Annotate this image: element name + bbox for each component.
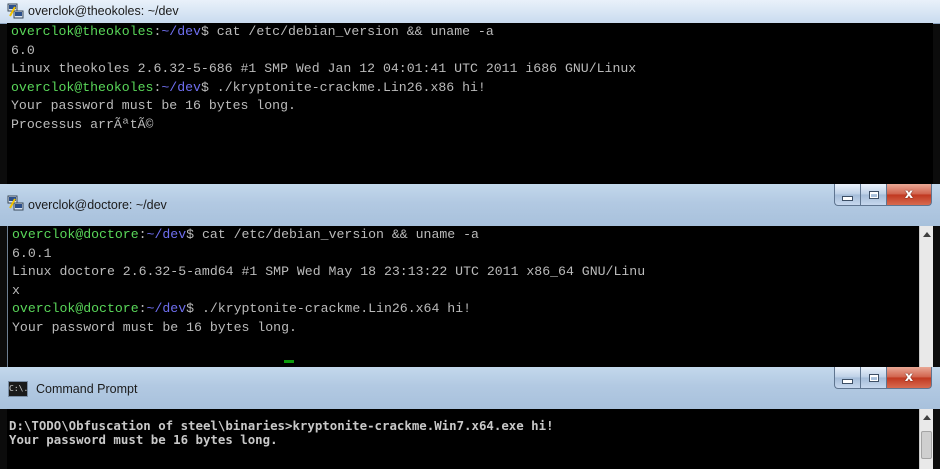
- prompt-sep: $: [200, 79, 217, 95]
- command-text: cat /etc/debian_version && uname -a: [201, 227, 479, 242]
- terminal-line: Your password must be 16 bytes long.: [12, 319, 297, 335]
- terminal-line: Your password must be 16 bytes long.: [11, 98, 296, 114]
- prompt-path: ~/dev: [146, 227, 187, 242]
- terminal-output[interactable]: overclok@doctore:~/dev$ cat /etc/debian_…: [7, 226, 920, 367]
- command-prompt-window[interactable]: C:\. Command Prompt x D:\TODO\Obfuscatio…: [0, 367, 940, 469]
- console-line: D:\TODO\Obfuscation of steel\binaries>kr…: [9, 418, 554, 433]
- maximize-icon: [868, 190, 879, 199]
- maximize-button[interactable]: [860, 367, 886, 389]
- vertical-scrollbar[interactable]: [919, 409, 933, 469]
- putty-icon: [7, 3, 24, 19]
- prompt-path: ~/dev: [146, 301, 187, 317]
- terminal-line: overclok@doctore:~/dev$ ./kryptonite-cra…: [12, 301, 472, 317]
- prompt-user: overclok@doctore: [12, 301, 139, 317]
- title-bar[interactable]: C:\. Command Prompt x: [0, 367, 940, 409]
- window-title: overclok@theokoles: ~/dev: [28, 4, 179, 18]
- prompt-path: ~/dev: [161, 24, 201, 39]
- prompt-sep: $: [200, 24, 217, 39]
- prompt-sep: $: [186, 301, 202, 317]
- command-text: ./kryptonite-crackme.Lin26.x64 hi!: [201, 301, 472, 317]
- terminal-line: overclok@theokoles:~/dev$ ./kryptonite-c…: [11, 79, 486, 95]
- title-bar[interactable]: overclok@theokoles: ~/dev: [0, 0, 940, 24]
- prompt-user: overclok@doctore: [12, 227, 139, 242]
- command-text: ./kryptonite-crackme.Lin26.x86 hi!: [216, 79, 486, 95]
- prompt-path: ~/dev: [161, 79, 201, 95]
- terminal-line: Processus arrÃªtÃ©: [11, 116, 154, 132]
- cmd-icon: C:\.: [8, 381, 28, 397]
- maximize-button[interactable]: [860, 184, 886, 206]
- prompt-sep: $: [186, 227, 202, 242]
- terminal-output[interactable]: overclok@theokoles:~/dev$ cat /etc/debia…: [7, 23, 933, 184]
- terminal-line: 6.0: [11, 42, 35, 58]
- terminal-line: 6.0.1: [12, 245, 52, 261]
- prompt-user: overclok@theokoles: [11, 24, 154, 39]
- scroll-up-arrow-icon[interactable]: [923, 232, 931, 237]
- title-bar[interactable]: overclok@doctore: ~/dev x: [0, 184, 940, 226]
- terminal-line: Linux theokoles 2.6.32-5-686 #1 SMP Wed …: [11, 61, 637, 77]
- terminal-line: overclok@theokoles:~/dev$ cat /etc/debia…: [11, 24, 494, 39]
- caption-buttons: x: [834, 367, 932, 389]
- putty-window-doctore[interactable]: overclok@doctore: ~/dev x overclok@docto…: [0, 184, 940, 367]
- close-icon: x: [904, 187, 914, 202]
- scroll-up-arrow-icon[interactable]: [923, 415, 931, 420]
- prompt-user: overclok@theokoles: [11, 79, 154, 95]
- vertical-scrollbar[interactable]: [919, 226, 933, 367]
- close-button[interactable]: x: [886, 184, 932, 206]
- caption-buttons: x: [834, 184, 932, 206]
- terminal-line: x: [12, 282, 20, 298]
- minimize-button[interactable]: [834, 367, 860, 389]
- putty-icon: [7, 195, 24, 211]
- window-title: overclok@doctore: ~/dev: [28, 198, 167, 212]
- console-line: Your password must be 16 bytes long.: [9, 432, 278, 447]
- command-text: cat /etc/debian_version && uname -a: [216, 24, 494, 39]
- minimize-icon: [842, 195, 853, 201]
- terminal-line: overclok@doctore:~/dev$ cat /etc/debian_…: [12, 227, 479, 242]
- console-output[interactable]: D:\TODO\Obfuscation of steel\binaries>kr…: [7, 409, 920, 469]
- close-icon: x: [904, 370, 914, 385]
- maximize-icon: [868, 373, 879, 382]
- scroll-thumb[interactable]: [921, 431, 932, 459]
- minimize-icon: [842, 378, 853, 384]
- putty-window-theokoles[interactable]: overclok@theokoles: ~/dev overclok@theok…: [0, 0, 940, 184]
- window-title: Command Prompt: [36, 382, 138, 396]
- close-button[interactable]: x: [886, 367, 932, 389]
- minimize-button[interactable]: [834, 184, 860, 206]
- text-cursor: [284, 360, 294, 363]
- terminal-line: Linux doctore 2.6.32-5-amd64 #1 SMP Wed …: [12, 264, 646, 280]
